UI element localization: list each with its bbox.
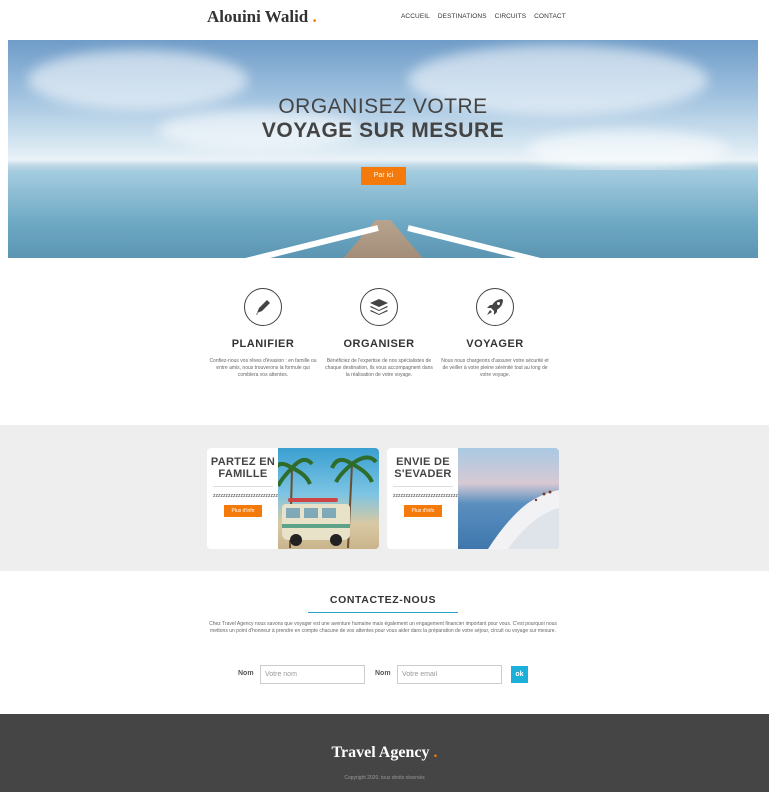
contact-description: Chez Travel Agency nous savons que voyag… — [209, 621, 557, 634]
offers-band — [0, 425, 769, 571]
nav-accueil[interactable]: ACCUEIL — [401, 13, 430, 20]
feature-title: VOYAGER — [466, 338, 524, 350]
card-divider — [393, 486, 453, 487]
pencil-icon — [244, 288, 282, 326]
layers-icon — [360, 288, 398, 326]
logo-dot: . — [312, 7, 317, 26]
rocket-icon — [476, 288, 514, 326]
contact-underline — [308, 612, 458, 613]
footer-copyright: Copyright 2020, tous droits réservés — [344, 775, 425, 781]
card-filler: zzzzzzzzzzzzzzzzzzzzzzzzzzzzzzzzzzzzz — [393, 493, 459, 499]
nav-circuits[interactable]: CIRCUITS — [495, 13, 527, 20]
main-nav: ACCUEIL DESTINATIONS CIRCUITS CONTACT — [401, 13, 566, 20]
site-header: Alouini Walid . ACCUEIL DESTINATIONS CIR… — [0, 0, 769, 40]
feature-voyager: VOYAGER Nous nous chargeons d'assurer vo… — [439, 288, 551, 379]
card-famille[interactable]: PARTEZ EN FAMILLE zzzzzzzzzzzzzzzzzzzzzz… — [207, 448, 379, 549]
feature-organiser: ORGANISER Bénéficiez de l'expertise de n… — [323, 288, 435, 379]
card-text: ENVIE DE S'EVADER zzzzzzzzzzzzzzzzzzzzzz… — [387, 448, 459, 549]
submit-button[interactable]: ok — [511, 666, 528, 683]
card-info-button[interactable]: Plus d'info — [223, 505, 263, 517]
card-divider — [213, 486, 273, 487]
logo-text: Alouini Walid — [207, 7, 309, 26]
card-text: PARTEZ EN FAMILLE zzzzzzzzzzzzzzzzzzzzzz… — [207, 448, 279, 549]
hero-title-line1: ORGANISEZ VOTRE — [278, 95, 488, 118]
feature-planifier: PLANIFIER Confiez-nous vos rêves d'évasi… — [207, 288, 319, 379]
feature-text: Confiez-nous vos rêves d'évasion : en fa… — [209, 358, 317, 378]
site-logo[interactable]: Alouini Walid . — [207, 7, 317, 27]
card-image-van — [272, 448, 379, 549]
site-footer: Travel Agency . Copyright 2020, tous dro… — [0, 714, 769, 792]
footer-dot: . — [433, 744, 438, 761]
footer-title: Travel Agency . — [0, 744, 769, 762]
nav-destinations[interactable]: DESTINATIONS — [438, 13, 487, 20]
hero-title-line2: VOYAGE SUR MESURE — [261, 119, 505, 142]
name-label: Nom — [238, 670, 254, 677]
footer-brand: Travel Agency — [331, 744, 430, 761]
card-title: ENVIE DE S'EVADER — [394, 456, 452, 480]
card-info-button[interactable]: Plus d'info — [403, 505, 443, 517]
card-filler: zzzzzzzzzzzzzzzzzzzzzzzzzzzz — [213, 493, 279, 499]
email-label: Nom — [375, 670, 391, 677]
feature-title: ORGANISER — [343, 338, 415, 350]
feature-text: Bénéficiez de l'expertise de nos spécial… — [325, 358, 433, 378]
card-image-cliffs — [458, 448, 559, 549]
name-input[interactable] — [260, 665, 365, 684]
hero-cta-button[interactable]: Par ici — [361, 167, 406, 185]
nav-contact[interactable]: CONTACT — [534, 13, 566, 20]
hero-banner — [8, 40, 758, 258]
contact-title: CONTACTEZ-NOUS — [329, 594, 437, 606]
email-input[interactable] — [397, 665, 502, 684]
feature-text: Nous nous chargeons d'assurer votre sécu… — [441, 358, 549, 378]
card-evasion[interactable]: ENVIE DE S'EVADER zzzzzzzzzzzzzzzzzzzzzz… — [387, 448, 559, 549]
feature-title: PLANIFIER — [231, 338, 295, 350]
card-title: PARTEZ EN FAMILLE — [210, 456, 276, 480]
